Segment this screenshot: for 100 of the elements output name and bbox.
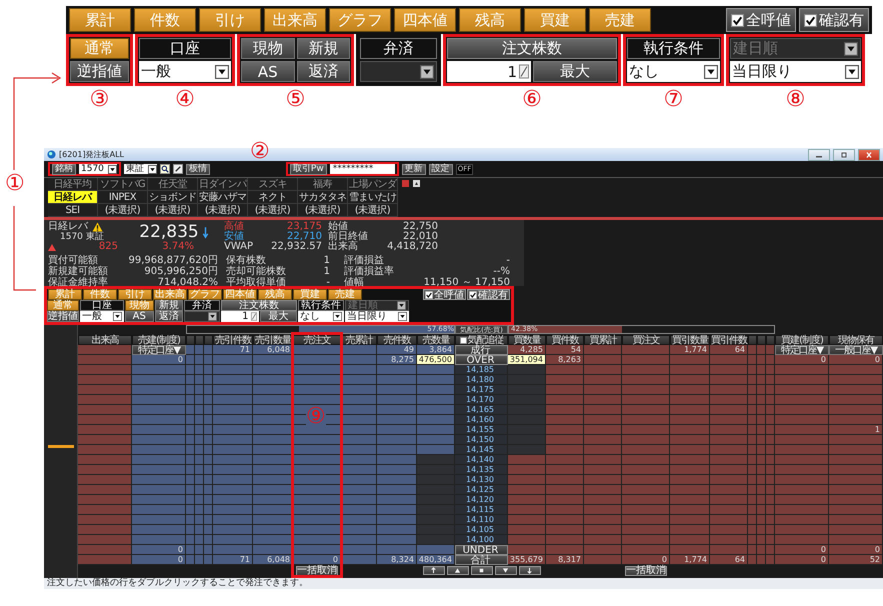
price-cell[interactable]: 14,140: [455, 455, 508, 465]
watchlist-item[interactable]: 日経レバ: [48, 191, 98, 204]
watchlist-item[interactable]: SEI: [48, 204, 98, 217]
toggle-button[interactable]: 最大: [533, 61, 617, 82]
price-cell[interactable]: 14,110: [455, 515, 508, 525]
watchlist-item[interactable]: 雪まいたけ: [348, 191, 398, 204]
account-dropdown[interactable]: 一般口座▼: [829, 345, 883, 355]
watchlist-item[interactable]: 日ダインパ: [198, 178, 248, 191]
toggle-button[interactable]: 返済: [296, 61, 350, 82]
price-cell[interactable]: 14,135: [455, 465, 508, 475]
price-cell[interactable]: 14,125: [455, 485, 508, 495]
account-dropdown[interactable]: 特定口座▼: [775, 345, 829, 355]
column-header[interactable]: 買件数: [546, 335, 584, 345]
market-dropdown[interactable]: 東証: [124, 164, 157, 174]
toggle-button[interactable]: 逆指値: [70, 61, 129, 82]
update-button[interactable]: 更新: [402, 164, 426, 174]
price-cell[interactable]: UNDER: [455, 545, 508, 555]
checkbox[interactable]: 確認有: [467, 289, 510, 300]
settings-button[interactable]: 設定: [428, 164, 453, 174]
cancel-all-button[interactable]: 一括取消: [625, 566, 667, 576]
checkbox[interactable]: 全呼値: [423, 289, 466, 300]
dropdown[interactable]: 当日限り: [345, 311, 409, 322]
column-header[interactable]: 売引件数: [213, 335, 253, 345]
edit-icon[interactable]: [172, 164, 183, 174]
scroll-bottom-button[interactable]: [518, 566, 540, 575]
panel-icons[interactable]: [401, 178, 423, 188]
watchlist-item[interactable]: INPEX: [98, 191, 148, 204]
close-button[interactable]: [858, 148, 880, 160]
watchlist-item[interactable]: サカタタネ: [298, 191, 348, 204]
dropdown[interactable]: 当日限り: [730, 61, 861, 82]
watchlist-item[interactable]: スズキ: [248, 178, 298, 191]
column-header[interactable]: 買引数量: [670, 335, 710, 345]
price-cell[interactable]: 14,130: [455, 475, 508, 485]
toggle-button[interactable]: AS: [125, 311, 154, 322]
watchlist-item[interactable]: (未選択): [248, 204, 298, 217]
watchlist-item[interactable]: 任天堂: [148, 178, 198, 191]
watchlist-item[interactable]: 日経平均: [48, 178, 98, 191]
toggle-button[interactable]: 新規: [296, 38, 350, 59]
quantity-field[interactable]: 1: [447, 61, 531, 82]
scroll-up-button[interactable]: [446, 566, 468, 575]
column-header[interactable]: 買引件数: [710, 335, 748, 345]
price-cell[interactable]: 14,145: [455, 445, 508, 455]
cancel-all-button[interactable]: 一括取消: [296, 566, 338, 576]
checkbox[interactable]: 全呼値: [726, 8, 796, 32]
column-header[interactable]: 売件数: [377, 335, 417, 345]
column-header[interactable]: 気配追従: [455, 335, 508, 345]
maximize-button[interactable]: [833, 148, 855, 160]
scroll-top-button[interactable]: [422, 566, 444, 575]
watchlist-item[interactable]: ネクト: [248, 191, 298, 204]
price-cell[interactable]: 14,150: [455, 435, 508, 445]
column-header[interactable]: 買数量: [508, 335, 546, 345]
dropdown[interactable]: なし: [627, 61, 720, 82]
price-cell[interactable]: 14,105: [455, 525, 508, 535]
search-icon[interactable]: [160, 164, 170, 174]
price-cell[interactable]: 14,185: [455, 365, 508, 375]
price-cell[interactable]: 14,160: [455, 415, 508, 425]
price-cell[interactable]: 成行: [455, 345, 508, 355]
checkbox[interactable]: 確認有: [799, 8, 869, 32]
price-cell[interactable]: 14,180: [455, 375, 508, 385]
watchlist-item[interactable]: (未選択): [298, 204, 348, 217]
column-header[interactable]: 売引数量: [253, 335, 293, 345]
symbol-dropdown[interactable]: 1570: [79, 164, 117, 174]
price-cell[interactable]: 14,155: [455, 425, 508, 435]
price-cell[interactable]: 14,165: [455, 405, 508, 415]
watchlist-item[interactable]: 福寿: [298, 178, 348, 191]
toggle-button[interactable]: 現物: [241, 38, 294, 59]
dropdown[interactable]: 一般: [139, 61, 231, 82]
column-header[interactable]: 売数量: [417, 335, 455, 345]
watchlist-item[interactable]: ソフトバG: [98, 178, 148, 191]
watchlist-item[interactable]: (未選択): [348, 204, 398, 217]
toggle-button[interactable]: 逆指値: [47, 311, 79, 322]
minimize-button[interactable]: [808, 148, 830, 160]
watchlist-item[interactable]: ショボンド: [148, 191, 198, 204]
dropdown[interactable]: 一般: [80, 311, 124, 322]
checkbox-icon[interactable]: [460, 336, 466, 344]
toggle-button[interactable]: 新規: [154, 300, 183, 311]
column-header[interactable]: 現物保有: [829, 335, 883, 345]
scroll-down-button[interactable]: [494, 566, 516, 575]
column-header[interactable]: 売建(制度): [132, 335, 186, 345]
watchlist-item[interactable]: (未選択): [148, 204, 198, 217]
center-button[interactable]: [470, 566, 492, 575]
price-cell[interactable]: OVER: [455, 355, 508, 365]
toggle-button[interactable]: AS: [241, 61, 294, 82]
price-cell[interactable]: 14,170: [455, 395, 508, 405]
watchlist-item[interactable]: 安藤ハザマ: [198, 191, 248, 204]
board-button[interactable]: 板情: [186, 164, 210, 174]
price-cell[interactable]: 14,120: [455, 495, 508, 505]
column-header[interactable]: 売注文: [293, 335, 341, 345]
column-header[interactable]: 買累計: [584, 335, 622, 345]
quantity-field[interactable]: 1: [221, 311, 258, 322]
toggle-button[interactable]: 返済: [154, 311, 183, 322]
watchlist-item[interactable]: (未選択): [98, 204, 148, 217]
watchlist-item[interactable]: 上場パンダ: [348, 178, 398, 191]
toggle-button[interactable]: 最大: [260, 311, 297, 322]
account-dropdown[interactable]: 特定口座▼: [132, 345, 186, 355]
price-cell[interactable]: 14,175: [455, 385, 508, 395]
symbol-button[interactable]: 銘柄: [52, 164, 76, 174]
price-cell[interactable]: 14,115: [455, 505, 508, 515]
column-header[interactable]: 売累計: [341, 335, 377, 345]
column-header[interactable]: 買注文: [622, 335, 670, 345]
